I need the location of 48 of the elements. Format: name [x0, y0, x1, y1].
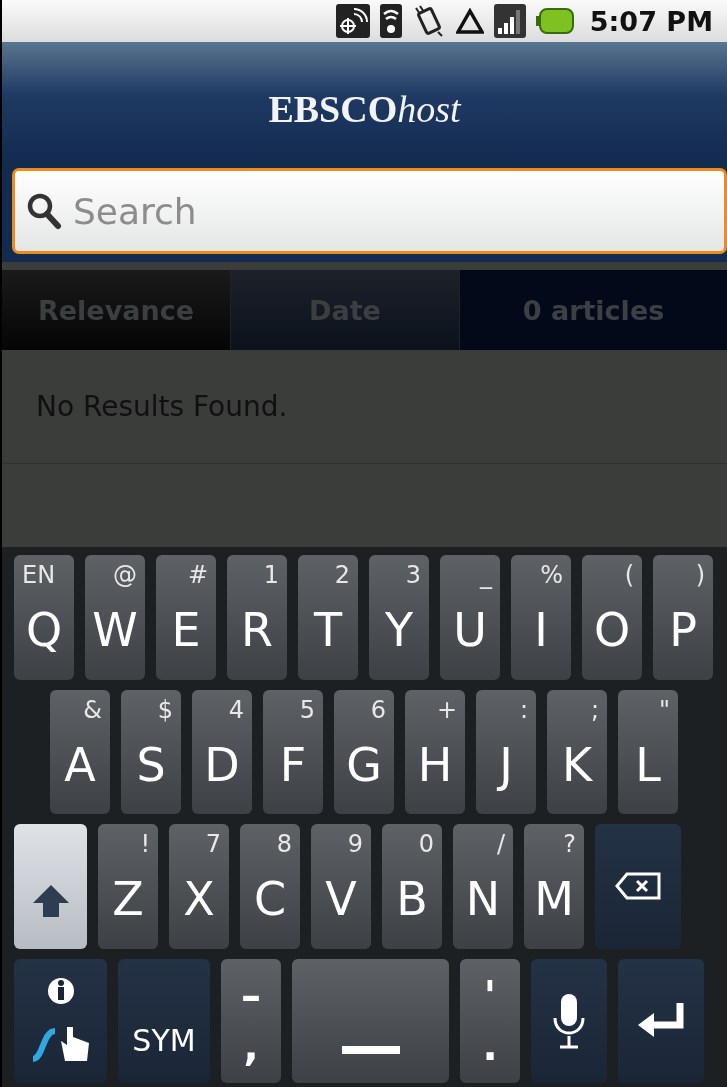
keyboard-key[interactable]: 4 D — [192, 689, 252, 814]
symbols-key[interactable]: SYM — [118, 958, 210, 1083]
keyboard-key[interactable]: + H — [405, 689, 465, 814]
keyboard-key[interactable]: ( O — [582, 555, 642, 680]
backspace-key[interactable] — [595, 824, 681, 949]
punctuation-key[interactable]: ' . — [460, 958, 520, 1083]
clock-time: 5:07 PM — [589, 5, 713, 37]
shift-key[interactable] — [14, 824, 87, 949]
keyboard-key[interactable]: % I — [511, 555, 571, 680]
triangle-icon — [455, 8, 484, 34]
battery-icon — [535, 8, 574, 34]
keyboard-key[interactable]: $ S — [121, 689, 181, 814]
keyboard-key[interactable]: ? M — [524, 824, 584, 949]
keyboard-key[interactable]: / N — [453, 824, 513, 949]
keyboard-key[interactable]: 7 X — [169, 824, 229, 949]
microphone-icon — [552, 991, 586, 1050]
keyboard-key[interactable]: 0 B — [382, 824, 442, 949]
signal-icon — [493, 4, 526, 38]
enter-key[interactable] — [618, 958, 704, 1083]
app-logo: EBSCOhost — [268, 90, 461, 128]
gps-icon — [335, 4, 370, 38]
keyboard-key[interactable]: ; K — [547, 689, 607, 814]
keyboard-key[interactable]: 3 Y — [369, 555, 429, 680]
keyboard-key[interactable]: ) P — [653, 555, 713, 680]
microphone-key[interactable] — [531, 958, 607, 1083]
search-icon — [26, 192, 62, 230]
search-field[interactable]: Search — [12, 168, 727, 254]
keyboard-key[interactable]: 1 R — [227, 555, 287, 680]
punctuation-key[interactable]: – , — [221, 958, 281, 1083]
keyboard-key[interactable]: 8 C — [240, 824, 300, 949]
keyboard-key[interactable]: 2 T — [298, 555, 358, 680]
keyboard-key[interactable]: 6 G — [334, 689, 394, 814]
keyboard-key[interactable]: _ U — [440, 555, 500, 680]
wifi-icon — [379, 4, 402, 38]
keyboard-key[interactable]: @ W — [85, 555, 145, 680]
space-bar-icon — [341, 1045, 400, 1056]
swype-key[interactable] — [14, 958, 107, 1083]
keyboard-key[interactable]: EN Q — [14, 555, 74, 680]
space-key[interactable] — [292, 958, 449, 1083]
keyboard-key[interactable]: ! Z — [98, 824, 158, 949]
keyboard-key[interactable]: 5 F — [263, 689, 323, 814]
keyboard-key[interactable]: & A — [50, 689, 110, 814]
result-count: 0 articles — [460, 270, 727, 350]
keyboard-key[interactable]: # E — [156, 555, 216, 680]
keyboard-key[interactable]: 9 V — [311, 824, 371, 949]
keyboard-key[interactable]: : J — [476, 689, 536, 814]
keyboard-key[interactable]: " L — [618, 689, 678, 814]
backspace-icon — [615, 872, 661, 901]
